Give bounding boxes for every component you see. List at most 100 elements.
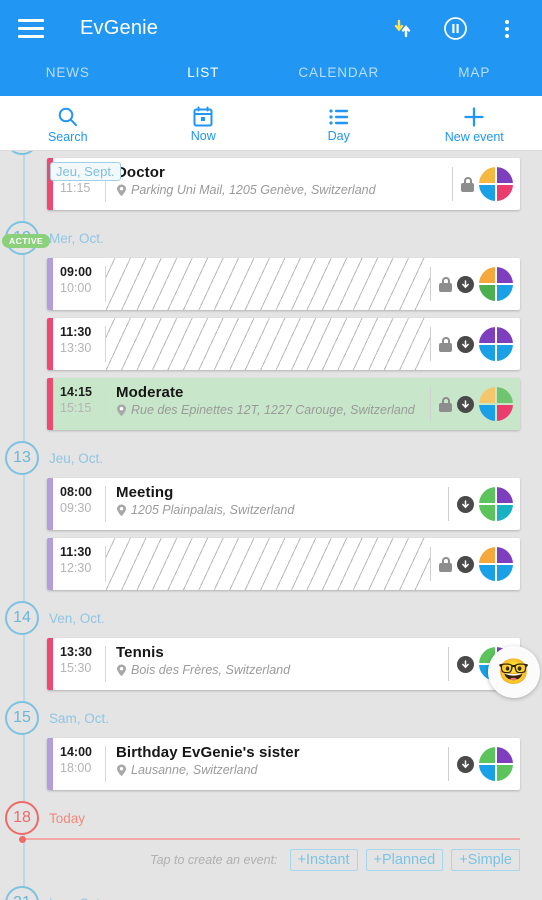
- three-dot-overflow-icon[interactable]: [492, 14, 522, 44]
- today-row: 18 Today: [0, 798, 542, 838]
- day-header-label: Sam, Oct.: [49, 710, 110, 726]
- event-body: Meeting 1205 Plainpalais, Switzerland: [106, 478, 448, 530]
- day-content: Mer, Oct. 09:00 10:00 11:30 13:30 14:15 15:15 M…: [2, 218, 542, 438]
- location-pin-icon: [117, 504, 126, 516]
- event-card[interactable]: 11:30 12:30: [47, 538, 520, 590]
- day-number-circle: 13: [5, 441, 39, 475]
- event-list[interactable]: 08Jeu, Sept.10:1511:15DoctorParking Uni …: [0, 151, 542, 900]
- genie-face-icon[interactable]: 🤓: [488, 646, 540, 698]
- event-card[interactable]: 14:15 15:15 Moderate Rue des Epinettes 12T,…: [47, 378, 520, 430]
- event-right-divider: [448, 647, 449, 681]
- create-instant-button[interactable]: +Instant: [289, 849, 358, 871]
- event-end-time: 11:15: [60, 181, 91, 195]
- day-gutter: 13: [0, 438, 47, 598]
- day-header: Ven, Oct.: [47, 598, 542, 638]
- event-card-wrapper: 14:15 15:15 Moderate Rue des Epinettes 12T,…: [2, 234, 542, 438]
- calendar-color-pie: [479, 387, 513, 421]
- today-day-circle: 18: [5, 801, 39, 835]
- event-title: Doctor: [116, 164, 165, 181]
- event-end-time: 12:30: [60, 561, 92, 575]
- event-times: 14:00 18:00: [53, 738, 105, 790]
- event-card-wrapper: 10:1511:15DoctorParking Uni Mail, 1205 G…: [47, 158, 542, 218]
- sync-arrows-icon[interactable]: [388, 14, 418, 44]
- calendar-color-pie: [479, 167, 513, 201]
- event-card[interactable]: 11:30 13:30: [47, 318, 520, 370]
- event-card[interactable]: 14:00 18:00 Birthday EvGenie's sister Lausa…: [47, 738, 520, 790]
- action-search[interactable]: Search: [0, 96, 136, 150]
- download-badge-icon: [457, 335, 474, 353]
- calendar-now-icon: [192, 106, 214, 128]
- day-header-label: Lun, Oct.: [47, 896, 104, 900]
- action-day[interactable]: Day: [271, 96, 407, 150]
- today-label: Today: [49, 810, 86, 826]
- event-right-divider: [448, 487, 449, 521]
- tab-map[interactable]: MAP: [407, 57, 542, 96]
- event-location: Rue des Epinettes 12T, 1227 Carouge, Swi…: [116, 403, 430, 417]
- lock-icon: [439, 556, 452, 572]
- lock-icon: [439, 396, 452, 412]
- app-bar-actions: [388, 14, 528, 44]
- event-location-text: 1205 Plainpalais, Switzerland: [131, 503, 295, 517]
- event-end-time: 10:00: [60, 281, 92, 295]
- day-number-circle: 31: [5, 886, 39, 900]
- event-title: Meeting: [116, 484, 174, 501]
- event-right-divider: [430, 547, 431, 581]
- event-location: Parking Uni Mail, 1205 Genève, Switzerla…: [116, 183, 452, 197]
- event-title: Moderate: [116, 384, 184, 401]
- event-times: 13:30 15:30: [53, 638, 105, 690]
- event-location: Lausanne, Switzerland: [116, 763, 448, 777]
- pause-circle-icon[interactable]: [440, 14, 470, 44]
- event-start-time: 14:00: [60, 745, 92, 759]
- event-end-time: 15:30: [60, 661, 92, 675]
- event-location-text: Bois des Frères, Switzerland: [131, 663, 291, 677]
- event-right-divider: [430, 327, 431, 361]
- event-times: 11:30 12:30: [53, 538, 105, 590]
- tab-list[interactable]: LIST: [136, 57, 272, 96]
- day-header: Lun, Oct.: [47, 883, 542, 900]
- download-badge-icon: [457, 755, 474, 773]
- day-header-label: Mer, Oct.: [49, 230, 104, 246]
- download-badge-icon: [457, 555, 474, 573]
- event-card-wrapper: 08:00 09:30 Meeting 1205 Plainpalais, Switz…: [47, 478, 542, 538]
- event-private-hatch: [106, 258, 430, 310]
- today-header: Today: [47, 798, 542, 838]
- event-times: 11:30 13:30: [53, 318, 105, 370]
- event-right-divider: [430, 267, 431, 301]
- day-header: Jeu, Sept.: [47, 151, 542, 158]
- event-times: 08:00 09:30: [53, 478, 105, 530]
- tab-calendar[interactable]: CALENDAR: [271, 57, 407, 96]
- location-pin-icon: [117, 404, 126, 416]
- event-card-wrapper: 11:30 12:30: [47, 538, 542, 598]
- download-badge-icon: [457, 655, 474, 673]
- event-badges: [457, 738, 520, 790]
- day-header-label: Jeu, Oct.: [49, 450, 104, 466]
- event-end-time: 09:30: [60, 501, 92, 515]
- today-label-wrap: Today: [47, 798, 542, 838]
- create-event-row: Tap to create an event: +Instant +Planned +…: [0, 840, 542, 883]
- create-planned-button[interactable]: +Planned: [365, 849, 444, 871]
- day-gutter: 12: [0, 218, 47, 438]
- event-badges: [439, 378, 520, 430]
- day-number-circle: 08: [5, 151, 39, 155]
- day-gutter: 14: [0, 598, 47, 698]
- action-now[interactable]: Now: [136, 96, 272, 150]
- search-icon: [56, 105, 80, 129]
- app-root: EvGenie NEWS LIST CALENDAR MAP Search No…: [0, 0, 542, 900]
- day-group: 31 Lun, Oct.09:3010:30Life CycleLausanne,…: [0, 883, 542, 900]
- top-tabs: NEWS LIST CALENDAR MAP: [0, 57, 542, 96]
- event-card[interactable]: 13:30 15:30 Tennis Bois des Frères, Switzer…: [47, 638, 520, 690]
- event-start-time: 08:00: [60, 485, 92, 499]
- day-header: Sam, Oct.: [47, 698, 542, 738]
- event-location-text: Rue des Epinettes 12T, 1227 Carouge, Swi…: [131, 403, 415, 417]
- calendar-color-pie: [479, 747, 513, 781]
- create-simple-button[interactable]: +Simple: [451, 849, 520, 871]
- tab-news[interactable]: NEWS: [0, 57, 136, 96]
- event-card[interactable]: 09:00 10:00: [47, 258, 520, 310]
- hamburger-menu-icon[interactable]: [14, 12, 48, 46]
- action-new-event[interactable]: New event: [407, 96, 542, 150]
- calendar-color-pie: [479, 327, 513, 361]
- day-content: Jeu, Sept.10:1511:15DoctorParking Uni Ma…: [47, 151, 542, 218]
- event-private-hatch: [106, 538, 430, 590]
- event-card[interactable]: 08:00 09:30 Meeting 1205 Plainpalais, Switz…: [47, 478, 520, 530]
- sticky-date-chip: Jeu, Sept.: [50, 162, 121, 181]
